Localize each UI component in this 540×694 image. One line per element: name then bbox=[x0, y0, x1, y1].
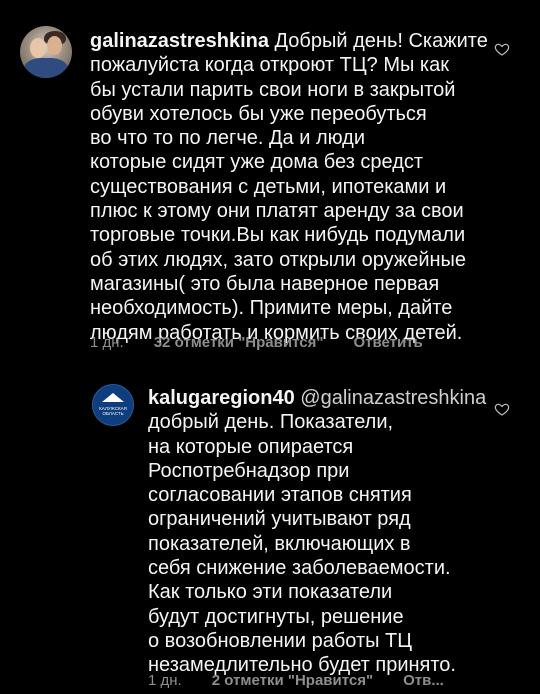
avatar-text: КАЛУЖСКАЯ ОБЛАСТЬ bbox=[99, 406, 127, 416]
reply-button[interactable]: Отв... bbox=[403, 672, 444, 689]
comment-username[interactable]: galinazastreshkina bbox=[90, 30, 269, 52]
comment-time: 1 дн. bbox=[90, 334, 124, 351]
mention-link[interactable]: @galinazastreshkina bbox=[300, 387, 486, 409]
avatar[interactable] bbox=[20, 26, 72, 78]
comment-text: galinazastreshkina Добрый день! Скажите … bbox=[90, 29, 510, 345]
comment-text: kalugaregion40 @galinazastreshkina добры… bbox=[148, 386, 488, 678]
comment-body: Добрый день! Скажите пожалуйста когда от… bbox=[90, 30, 488, 344]
avatar[interactable]: КАЛУЖСКАЯ ОБЛАСТЬ bbox=[92, 384, 134, 426]
reply-button[interactable]: Ответить bbox=[353, 334, 422, 351]
comment-time: 1 дн. bbox=[148, 672, 182, 689]
comment-meta: 1 дн. 2 отметки "Нравится" Отв... bbox=[148, 672, 444, 689]
likes-count[interactable]: 2 отметки "Нравится" bbox=[212, 672, 373, 689]
heart-icon[interactable] bbox=[494, 41, 510, 57]
comment-body: добрый день. Показатели, на которые опир… bbox=[148, 411, 456, 677]
heart-icon[interactable] bbox=[494, 401, 510, 417]
comment-meta: 1 дн. 32 отметки "Нравится" Ответить bbox=[90, 334, 423, 351]
likes-count[interactable]: 32 отметки "Нравится" bbox=[154, 334, 324, 351]
comment-username[interactable]: kalugaregion40 bbox=[148, 387, 295, 409]
